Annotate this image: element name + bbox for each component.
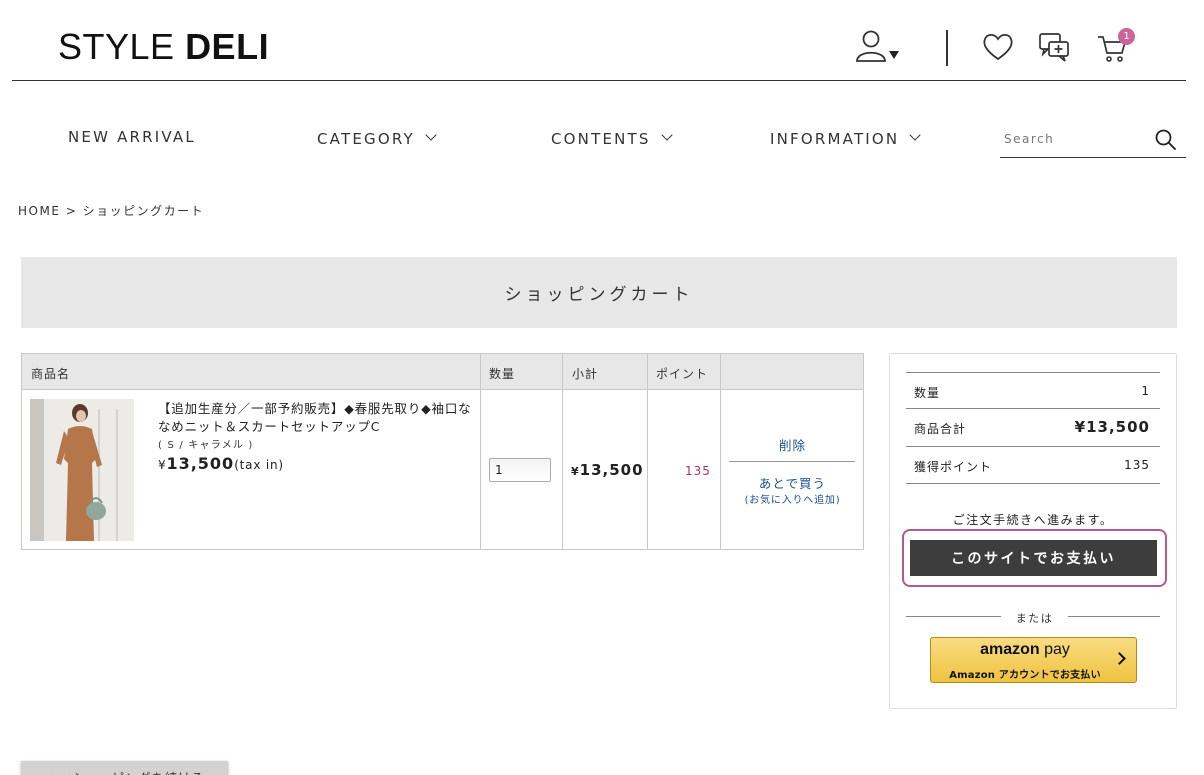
row-subtotal: ¥13,500 — [571, 461, 644, 479]
amazon-logo-word: amazon — [980, 641, 1040, 658]
buy-later-link[interactable]: あとで買う — [720, 473, 865, 492]
site-logo[interactable]: STYLE DELI — [58, 26, 269, 68]
or-label: または — [1015, 612, 1054, 625]
divider-line — [1068, 616, 1160, 617]
nav-label: INFORMATION — [770, 130, 900, 148]
heart-icon[interactable] — [982, 32, 1014, 66]
price-value: 13,500 — [166, 454, 235, 473]
subtotal-currency: ¥ — [571, 465, 580, 478]
summary-value: ¥13,500 — [1074, 418, 1150, 436]
nav-information[interactable]: INFORMATION — [770, 129, 922, 148]
search-icon[interactable] — [1154, 128, 1178, 156]
action-divider — [729, 461, 855, 462]
product-variant: ( S / キャラメル ) — [158, 440, 254, 451]
summary-value: 135 — [1124, 458, 1150, 472]
col-header-product: 商品名 — [31, 367, 71, 381]
cart-count-badge: 1 — [1118, 28, 1135, 45]
summary-label: 数量 — [914, 386, 941, 400]
amazon-pay-sublabel: Amazon アカウントでお支払い — [949, 670, 1101, 681]
header-separator — [946, 30, 948, 66]
header-divider — [12, 80, 1186, 81]
nav-label: CONTENTS — [551, 130, 651, 148]
product-image[interactable] — [30, 399, 134, 541]
delete-link[interactable]: 削除 — [720, 435, 865, 454]
search-input[interactable] — [1004, 132, 1144, 146]
user-icon[interactable] — [854, 28, 904, 68]
price-tax: (tax in) — [234, 458, 284, 472]
buy-later-note[interactable]: (お気に入りへ追加) — [720, 491, 865, 506]
chat-icon[interactable] — [1038, 32, 1072, 68]
nav-label: NEW ARRIVAL — [68, 128, 196, 146]
subtotal-value: 13,500 — [579, 461, 644, 479]
nav-new-arrival[interactable]: NEW ARRIVAL — [68, 128, 196, 146]
pay-logo-word: pay — [1044, 641, 1070, 658]
divider-line — [906, 616, 1001, 617]
col-divider — [562, 354, 563, 549]
product-name[interactable]: 【追加生産分／一部予約販売】◆春服先取り◆袖口ななめニット＆スカートセットアップ… — [158, 400, 478, 436]
summary-label: 獲得ポイント — [914, 460, 993, 474]
chevron-down-icon — [909, 129, 922, 141]
proceed-note: ご注文手続きへ進みます。 — [952, 513, 1114, 527]
row-points: 135 — [685, 464, 711, 478]
search-box — [1000, 124, 1186, 158]
quantity-input[interactable] — [489, 458, 551, 482]
amazon-pay-button[interactable]: amazon pay Amazon アカウントでお支払い — [930, 637, 1137, 683]
summary-divider — [906, 483, 1160, 484]
chevron-down-icon — [660, 129, 673, 141]
pay-on-site-button[interactable]: このサイトでお支払い — [910, 540, 1157, 576]
col-header-points: ポイント — [656, 367, 709, 381]
summary-row-total: 商品合計 ¥13,500 — [906, 408, 1160, 444]
cart-table: 商品名 数量 小計 ポイント 【追加生産分／一部予約販売】◆春服先取り◆袖口なな… — [21, 353, 864, 550]
chevron-down-icon — [425, 129, 437, 141]
col-header-quantity: 数量 — [489, 367, 516, 381]
nav-contents[interactable]: CONTENTS — [551, 129, 673, 148]
col-header-subtotal: 小計 — [572, 367, 599, 381]
page-title: ショッピングカート — [504, 285, 694, 305]
header-icons: 1 — [850, 28, 1150, 68]
page-title-bar: ショッピングカート — [21, 257, 1177, 328]
continue-shopping-button[interactable]: << ショッピングを続ける — [21, 761, 228, 775]
logo-text-light: STYLE — [58, 26, 175, 67]
summary-row-quantity: 数量 1 — [906, 372, 1160, 408]
breadcrumb[interactable]: HOME > ショッピングカート — [18, 202, 204, 219]
cart-table-header: 商品名 数量 小計 ポイント — [22, 354, 863, 390]
logo-text-bold: DELI — [185, 26, 270, 67]
col-divider — [647, 354, 648, 549]
nav-label: CATEGORY — [317, 130, 415, 148]
order-summary: 数量 1 商品合計 ¥13,500 獲得ポイント 135 ご注文手続きへ進みます… — [889, 353, 1177, 709]
product-price: ¥13,500(tax in) — [158, 454, 284, 473]
col-divider — [480, 354, 481, 549]
summary-row-points: 獲得ポイント 135 — [906, 446, 1160, 482]
nav-category[interactable]: CATEGORY — [317, 129, 437, 148]
summary-value: 1 — [1141, 384, 1150, 398]
summary-label: 商品合計 — [914, 422, 967, 436]
amazon-pay-logo: amazon pay — [931, 641, 1119, 659]
